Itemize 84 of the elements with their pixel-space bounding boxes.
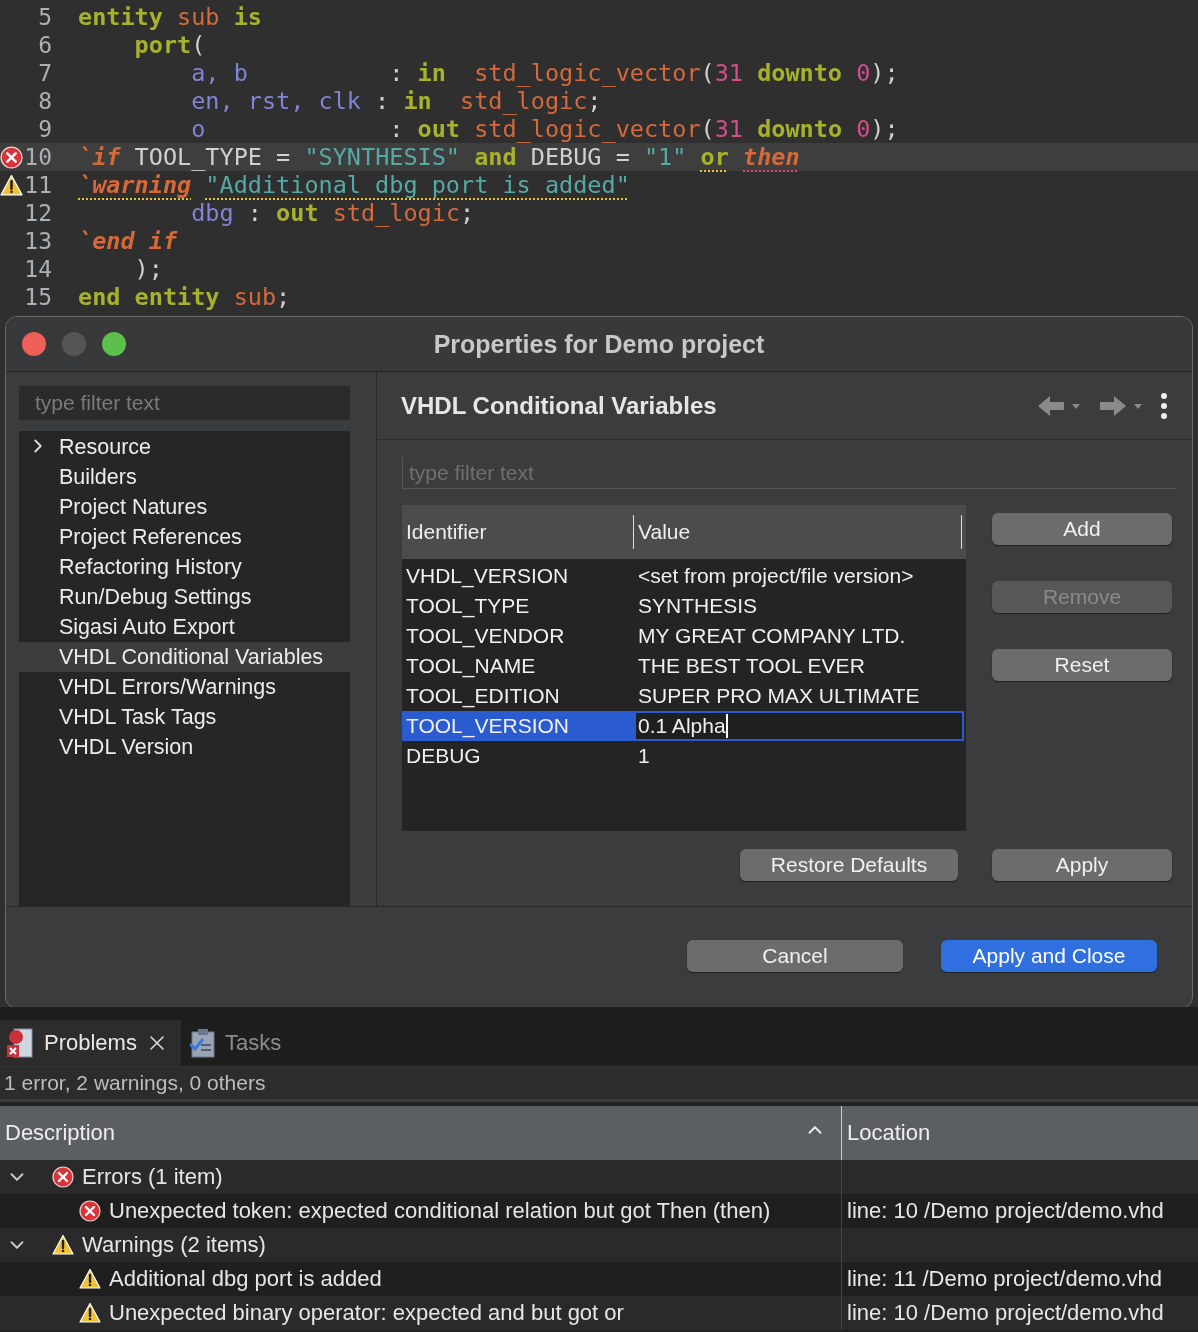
column-header[interactable]: Identifier (402, 515, 633, 549)
column-header[interactable]: Description (0, 1106, 841, 1160)
table-cell[interactable]: DEBUG (402, 741, 634, 771)
line-number: 6 (38, 32, 52, 58)
line-number: 7 (38, 60, 52, 86)
table-cell[interactable]: <set from project/file version> (634, 561, 966, 591)
tab-label: Problems (44, 1030, 137, 1056)
error-icon (52, 1166, 74, 1188)
code-line: en, rst, clk : in std_logic; (190, 87, 602, 115)
tree-item[interactable]: VHDL Conditional Variables (19, 642, 350, 672)
line-number: 12 (24, 200, 52, 226)
view-tab[interactable]: Problems (0, 1020, 181, 1066)
close-button[interactable] (22, 332, 46, 356)
code-line: entity sub is (78, 3, 262, 31)
code-line: ); (133, 255, 163, 283)
window-title: Properties for Demo project (433, 329, 765, 359)
warning-icon (79, 1268, 101, 1290)
line-number: 8 (38, 88, 52, 114)
code-line: `warning "Additional dbg port is added" (78, 171, 630, 199)
tree-item[interactable]: Project Natures (19, 492, 350, 522)
line-number: 15 (24, 284, 52, 310)
back-arrow-icon[interactable] (1036, 393, 1082, 418)
line-number: 11 (24, 172, 52, 198)
line-number: 5 (38, 4, 52, 30)
warning-icon (79, 1302, 101, 1324)
forward-arrow-icon[interactable] (1098, 393, 1144, 418)
primary-button[interactable]: Apply and Close (941, 940, 1157, 972)
column-header[interactable]: Value (633, 515, 962, 549)
code-line: a, b : in std_logic_vector(31 downto 0); (190, 59, 899, 87)
code-line: `if TOOL_TYPE = "SYNTHESIS" and DEBUG = "1" or then (78, 143, 800, 171)
tree-item[interactable]: Resource (19, 432, 350, 462)
table-cell[interactable]: TOOL_NAME (402, 651, 634, 681)
table-cell[interactable]: THE BEST TOOL EVER (634, 651, 966, 681)
line-number: 13 (24, 228, 52, 254)
view-tab[interactable]: Tasks (180, 1020, 294, 1066)
tree-item[interactable]: VHDL Version (19, 732, 350, 762)
line-number: 14 (24, 256, 52, 282)
warning-icon (0, 174, 23, 197)
action-button[interactable]: Reset (992, 649, 1172, 681)
problem-description[interactable]: Unexpected token: expected conditional relation but got Then (then) (109, 1198, 771, 1224)
table-cell[interactable]: VHDL_VERSION (402, 561, 634, 591)
code-line: end entity sub; (78, 283, 291, 311)
table-cell[interactable]: SUPER PRO MAX ULTIMATE (634, 681, 966, 711)
warning-icon (52, 1234, 74, 1256)
dialog-button[interactable]: Cancel (687, 940, 903, 972)
clipboard-icon (186, 1028, 217, 1058)
code-line: o : out std_logic_vector(31 downto 0); (190, 115, 899, 143)
problem-location: line: 10 /Demo project/demo.vhd (841, 1296, 1198, 1330)
line-number: 10 (24, 144, 52, 170)
table-cell[interactable]: SYNTHESIS (634, 591, 966, 621)
error-icon (79, 1200, 101, 1222)
action-button[interactable]: Add (992, 513, 1172, 545)
tree-item[interactable]: Refactoring History (19, 552, 350, 582)
tree-item[interactable]: VHDL Errors/Warnings (19, 672, 350, 702)
apply-button[interactable]: Apply (992, 849, 1172, 881)
restore-defaults-button[interactable]: Restore Defaults (740, 849, 958, 881)
tree-item[interactable]: Sigasi Auto Export (19, 612, 350, 642)
group-label[interactable]: Warnings (2 items) (82, 1232, 266, 1258)
table-cell[interactable]: TOOL_VENDOR (402, 621, 634, 651)
more-icon[interactable] (1160, 391, 1168, 420)
problem-description[interactable]: Additional dbg port is added (109, 1266, 382, 1292)
table-cell[interactable]: TOOL_EDITION (402, 681, 634, 711)
table-cell[interactable]: MY GREAT COMPANY LTD. (634, 621, 966, 651)
tree-item[interactable]: Project References (19, 522, 350, 552)
error-icon (0, 146, 23, 169)
code-line: `end if (78, 227, 178, 255)
problems-summary: 1 error, 2 warnings, 0 others (0, 1067, 1198, 1102)
problems-icon (6, 1027, 36, 1059)
table-cell[interactable]: TOOL_VERSION (402, 711, 634, 741)
problem-description[interactable]: Unexpected binary operator: expected and but got or (109, 1300, 624, 1326)
line-number: 9 (38, 116, 52, 142)
tree-item[interactable]: Builders (19, 462, 350, 492)
group-label[interactable]: Errors (1 item) (82, 1164, 223, 1190)
value-input[interactable]: 0.1 Alpha (634, 711, 964, 741)
tree-item[interactable]: VHDL Task Tags (19, 702, 350, 732)
tab-label: Tasks (224, 1030, 282, 1056)
code-line: port( (133, 31, 206, 59)
filter-field[interactable]: type filter text (19, 386, 350, 420)
code-line: dbg : out std_logic; (190, 199, 475, 227)
page-title: VHDL Conditional Variables (401, 391, 718, 420)
tree-item[interactable]: Run/Debug Settings (19, 582, 350, 612)
table-cell[interactable]: TOOL_TYPE (402, 591, 634, 621)
table-cell[interactable]: 1 (634, 741, 966, 771)
zoom-button[interactable] (102, 332, 126, 356)
